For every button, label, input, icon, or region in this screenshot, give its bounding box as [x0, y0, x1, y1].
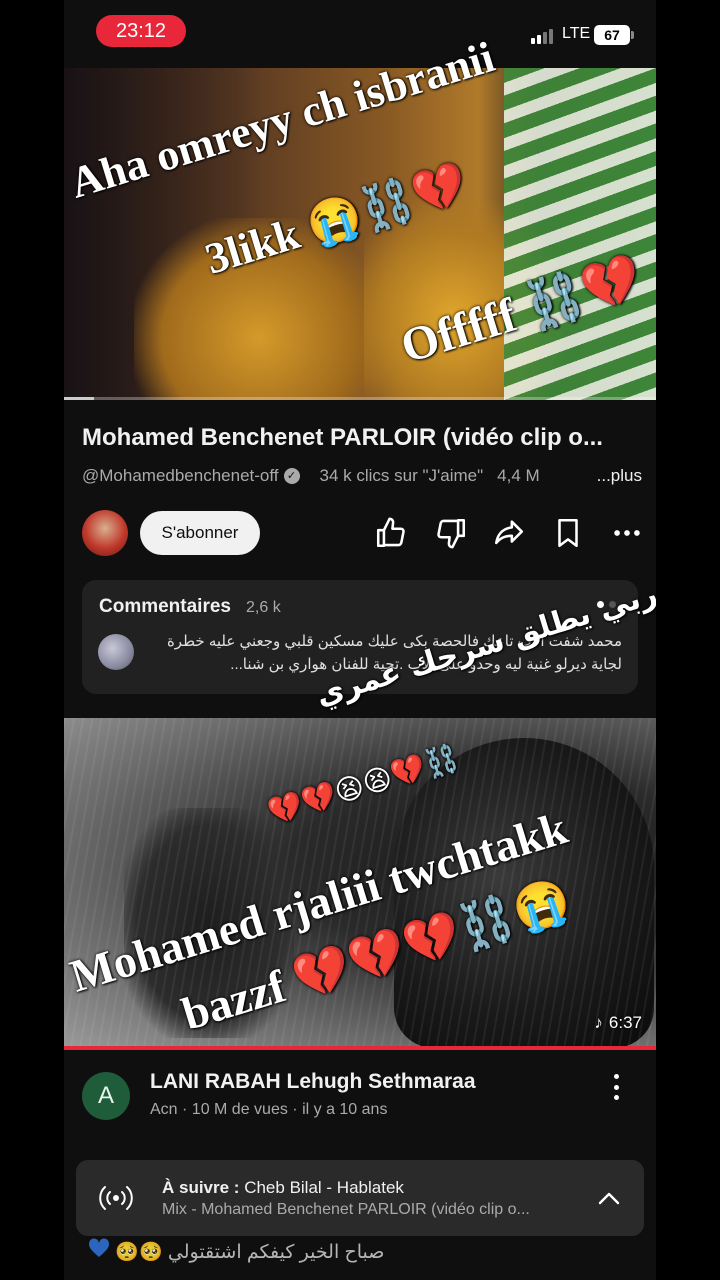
like-icon[interactable]	[374, 516, 408, 550]
recommended-video-meta: Acn · 10 M de vues · il y a 10 ans	[150, 1101, 388, 1118]
up-next-bar[interactable]: À suivre : Cheb Bilal - Hablatek Mix - M…	[76, 1160, 644, 1236]
more-description-link[interactable]: ...plus	[590, 466, 642, 486]
commenter-avatar	[98, 634, 134, 670]
chevron-up-icon[interactable]	[596, 1186, 622, 1210]
video-title[interactable]: Mohamed Benchenet PARLOIR (vidéo clip o.…	[82, 424, 642, 452]
video-meta[interactable]: @Mohamedbenchenet-off ✓ 34 k clics sur "…	[82, 466, 642, 486]
up-next-line: À suivre : Cheb Bilal - Hablatek	[162, 1178, 404, 1197]
channel-avatar[interactable]	[82, 510, 128, 556]
recommended-video-title[interactable]: LANI RABAH Lehugh Sethmaraa	[150, 1070, 476, 1094]
video-duration: ♪ 6:37	[594, 1013, 642, 1033]
status-time: 23:12	[96, 15, 186, 47]
views-count: 4,4 M	[497, 466, 540, 485]
watched-progress-bar	[64, 1046, 656, 1050]
channel-action-row: S'abonner	[82, 508, 642, 558]
save-icon[interactable]	[551, 516, 585, 550]
status-bar: 23:12 LTE 67	[64, 0, 656, 68]
blue-heart-icon	[88, 1238, 110, 1257]
bottom-overlay-text: صباح الخير كيفكم اشتقتولي 🥺🥺	[88, 1238, 648, 1264]
network-type: LTE	[562, 25, 591, 42]
vertical-more-icon[interactable]	[609, 1074, 623, 1100]
subscribe-button[interactable]: S'abonner	[140, 511, 260, 555]
video-progress-bar[interactable]	[64, 397, 656, 400]
signal-icon	[531, 29, 553, 44]
share-icon[interactable]	[492, 516, 526, 550]
channel-handle[interactable]: @Mohamedbenchenet-off	[82, 466, 279, 486]
mix-title: Mix - Mohamed Benchenet PARLOIR (vidéo c…	[162, 1201, 530, 1218]
likes-count: 34 k clics sur "J'aime"	[319, 466, 484, 485]
duration-text: 6:37	[608, 1013, 642, 1032]
recommended-channel-avatar[interactable]: A	[82, 1072, 130, 1120]
comments-title: Commentaires	[99, 596, 231, 617]
more-icon[interactable]	[610, 516, 644, 550]
battery-icon: 67	[594, 25, 634, 45]
verified-icon: ✓	[283, 468, 300, 484]
phone-screen: 23:12 LTE 67 Aha omreyy ch isbranii 3lik…	[64, 0, 656, 1280]
dislike-icon[interactable]	[434, 516, 468, 550]
comments-count: 2,6 k	[246, 599, 281, 616]
music-note-icon: ♪	[594, 1013, 603, 1032]
mix-radio-icon	[99, 1186, 133, 1210]
